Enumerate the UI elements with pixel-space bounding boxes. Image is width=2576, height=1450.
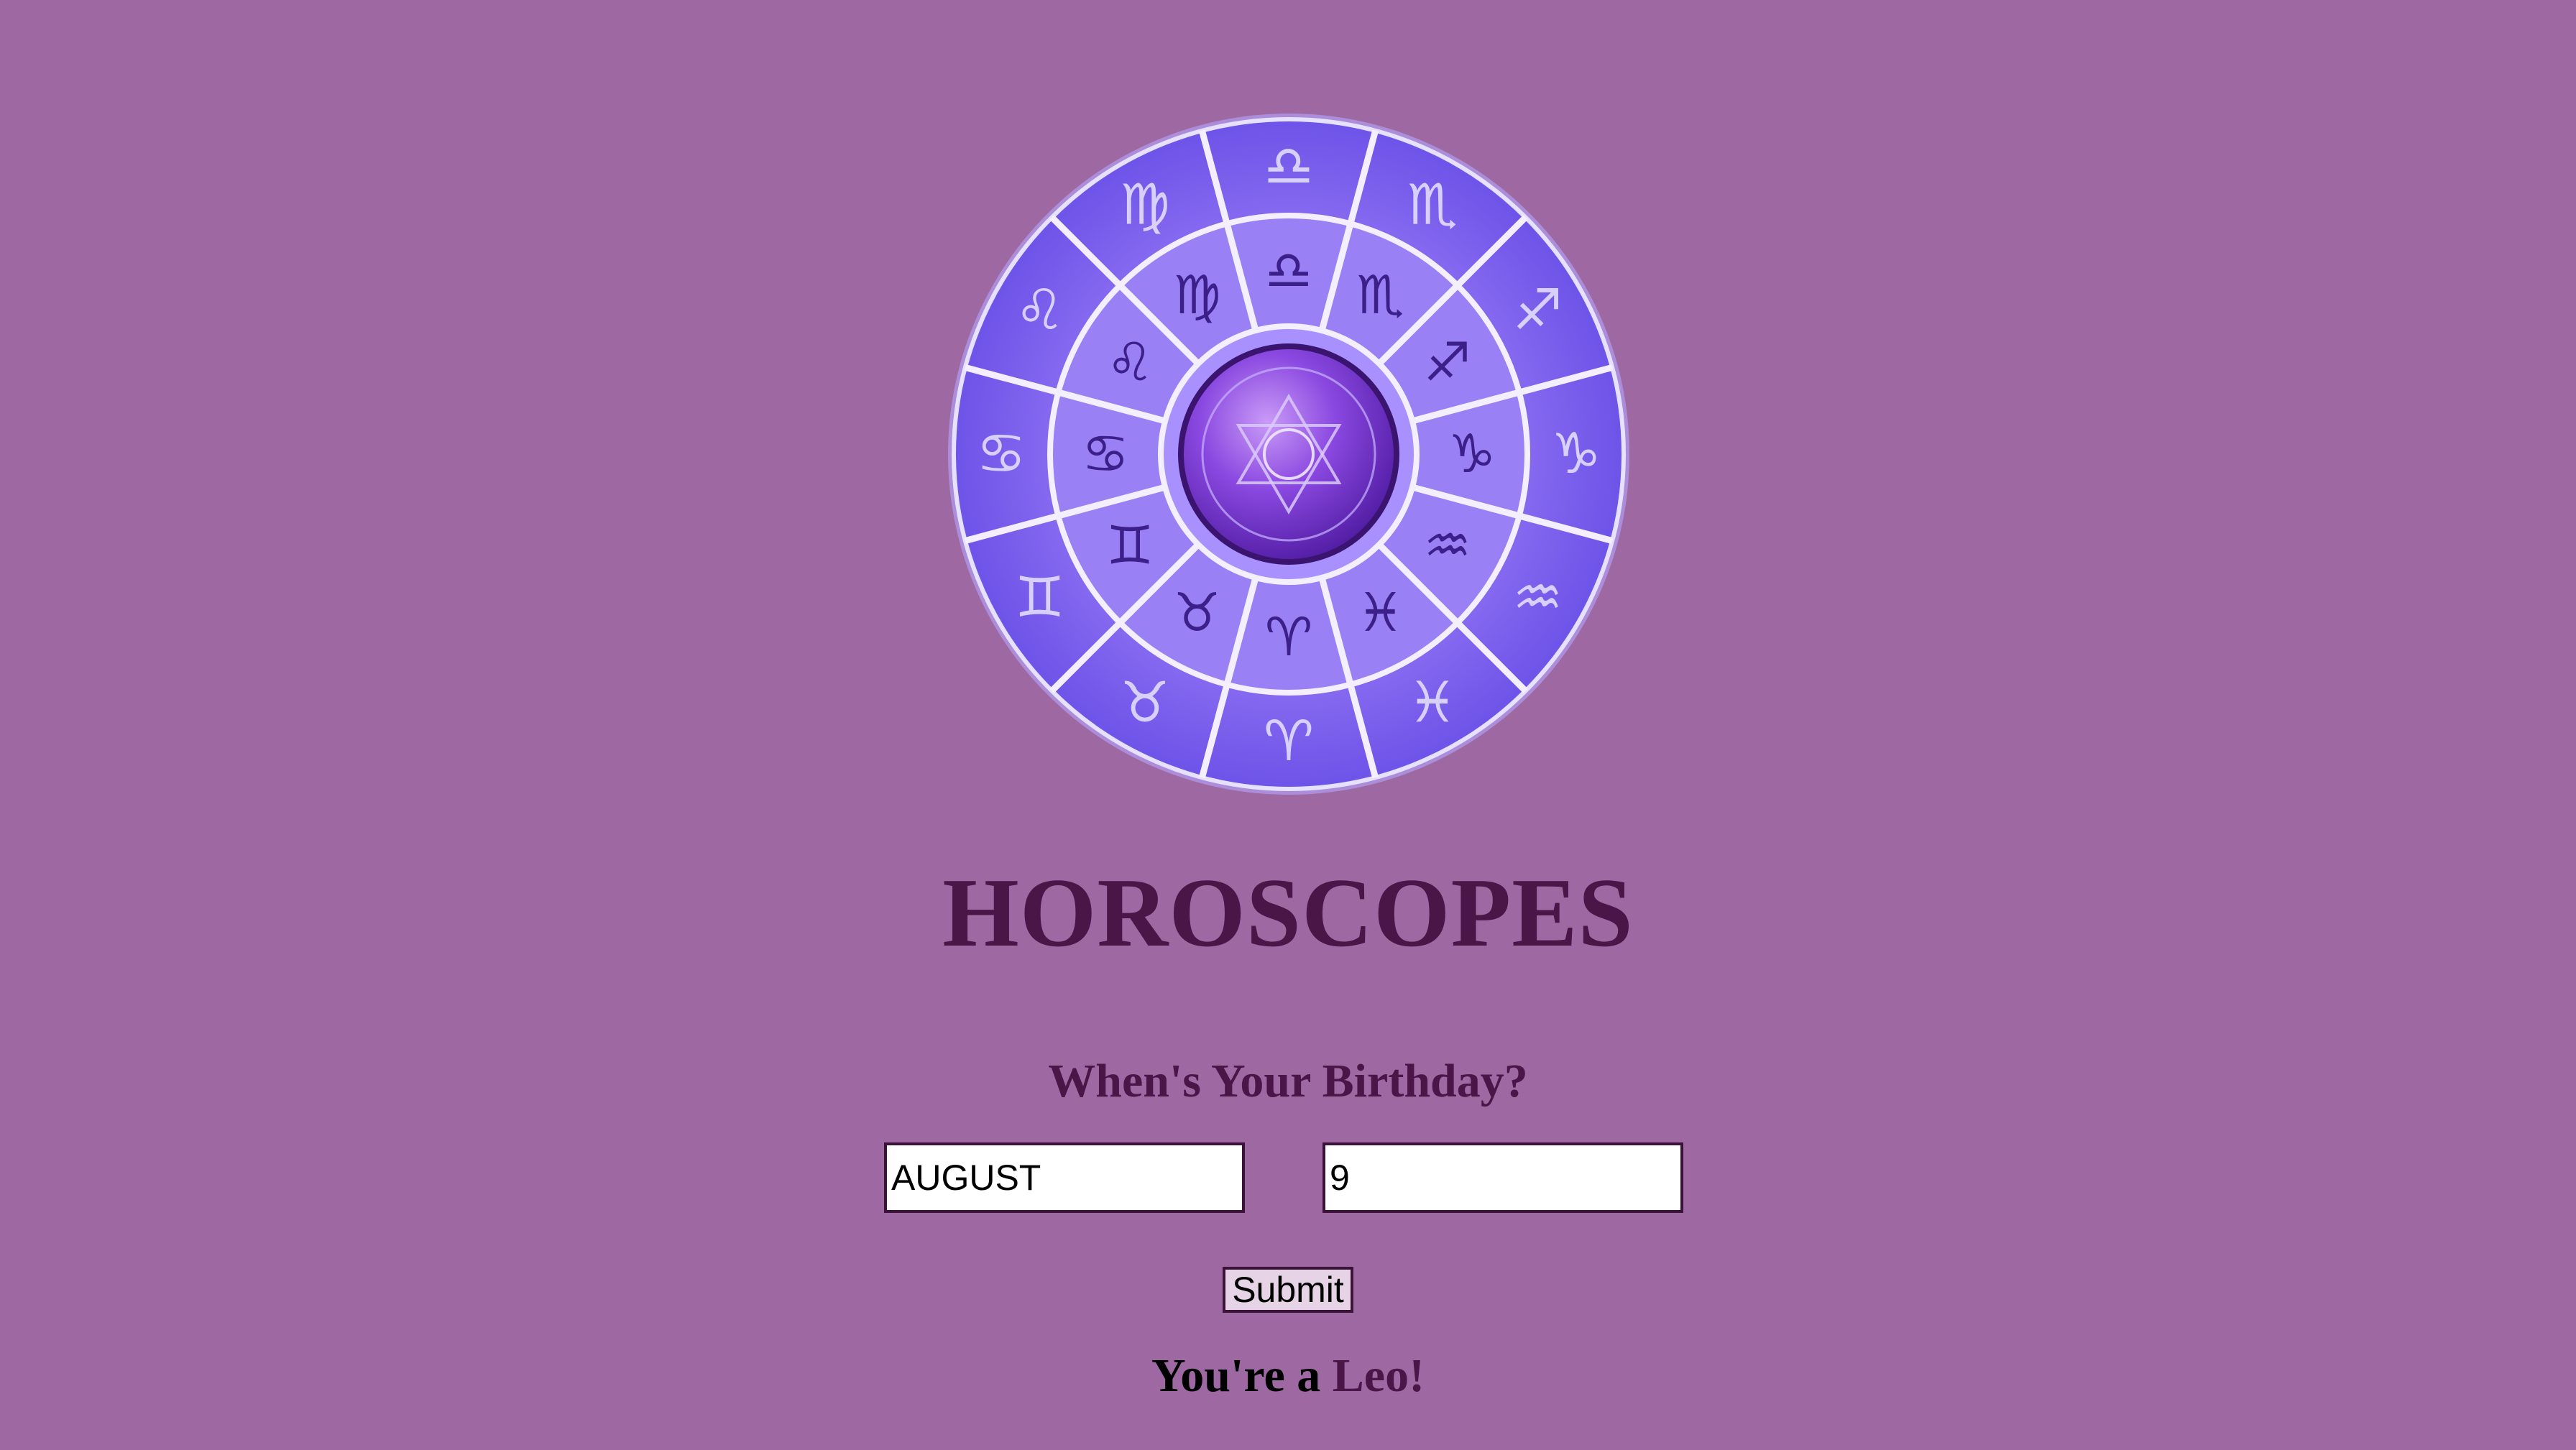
wheel-outer-symbol: ♌ (1015, 278, 1065, 343)
wheel-inner-symbol: ♒ (1424, 515, 1471, 577)
wheel-outer-symbol: ♍ (1120, 173, 1170, 238)
month-input[interactable] (884, 1142, 1245, 1213)
day-input[interactable] (1322, 1142, 1683, 1213)
page-title: HOROSCOPES (942, 858, 1634, 967)
birthday-question: When's Your Birthday? (1048, 1055, 1528, 1107)
wheel-inner-symbol: ♓ (1356, 582, 1404, 644)
wheel-inner-symbol: ♍ (1173, 264, 1220, 326)
wheel-outer-symbol: ♑ (1551, 422, 1601, 486)
wheel-inner-symbol: ♉ (1173, 582, 1220, 644)
wheel-outer-symbol: ♎ (1264, 134, 1314, 199)
submit-button[interactable]: Submit (1223, 1267, 1353, 1313)
wheel-outer-symbol: ♒ (1512, 565, 1563, 630)
wheel-inner-symbol: ♈ (1265, 606, 1312, 668)
wheel-inner-symbol: ♎ (1265, 240, 1312, 302)
wheel-outer-symbol: ♐ (1512, 278, 1563, 343)
wheel-inner-symbol: ♏ (1356, 264, 1404, 326)
wheel-outer-symbol: ♋ (976, 422, 1026, 486)
wheel-outer-symbol: ♏ (1407, 173, 1458, 238)
wheel-inner-symbol: ♌ (1106, 332, 1154, 394)
result-sign: Leo! (1332, 1349, 1425, 1402)
wheel-inner-symbol: ♐ (1424, 332, 1471, 394)
zodiac-wheel-icon: ♈ ♉ ♊ ♋ ♌ ♍ ♎ ♏ ♐ ♑ ♒ ♓ ♈ ♉ ♊ ♋ ♌ ♍ ♎ ♏ ♐ ♑ ♒ ♓ (948, 114, 1629, 795)
wheel-outer-symbol: ♓ (1407, 670, 1458, 735)
wheel-outer-symbol: ♈ (1264, 709, 1314, 774)
result-prefix: You're a (1151, 1349, 1333, 1402)
wheel-inner-symbol: ♋ (1082, 423, 1129, 485)
result-text: You're a Leo! (0, 1344, 2576, 1408)
wheel-outer-symbol: ♉ (1120, 670, 1170, 735)
wheel-inner-symbol: ♑ (1448, 423, 1496, 485)
wheel-inner-symbol: ♊ (1106, 515, 1154, 577)
wheel-outer-symbol: ♊ (1015, 565, 1065, 630)
